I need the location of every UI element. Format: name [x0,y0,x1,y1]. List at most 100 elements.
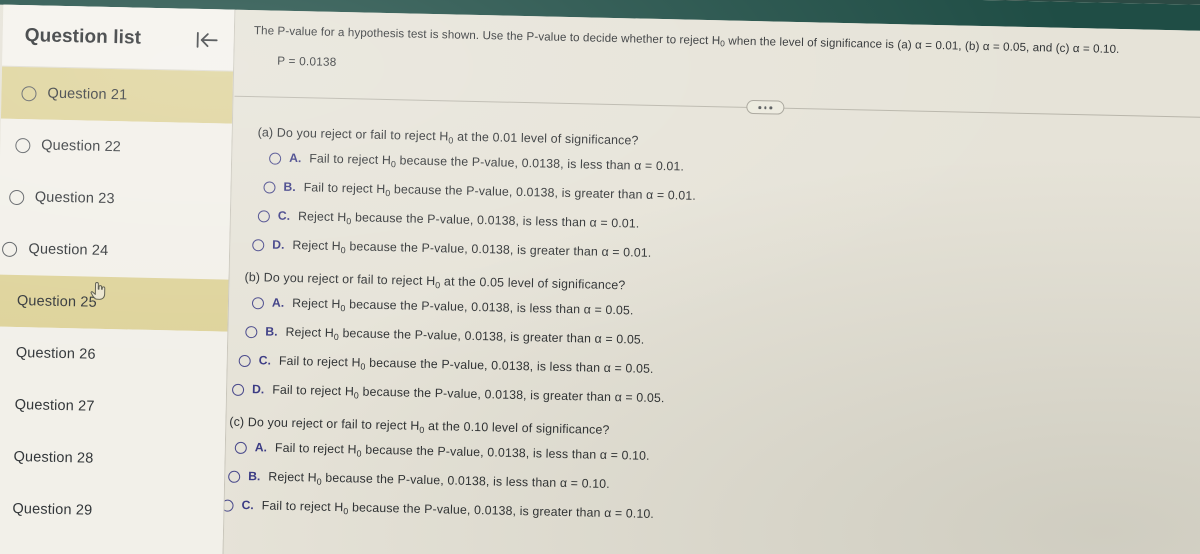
question-radio-icon[interactable] [2,241,18,257]
answer-options: A. Reject H0 because the P-value, 0.0138,… [231,295,1200,418]
answer-option-text: Fail to reject H0 because the P-value, 0… [279,354,654,376]
answer-option-letter: D. [272,237,285,253]
answer-option-text-1: Reject H [285,325,335,341]
answer-option-text-1: Reject H [268,469,317,485]
answer-radio-icon[interactable] [234,442,247,455]
expand-ellipsis-button[interactable] [746,100,785,116]
answer-option-letter: A. [254,440,268,455]
sidebar-item-label: Question 29 [12,500,93,519]
answer-radio-icon[interactable] [245,326,258,339]
null-hypothesis-subscript: 0 [360,361,366,372]
null-hypothesis-subscript: 0 [340,302,346,314]
answer-option-text: Fail to reject H0 because the P-value, 0… [275,441,650,463]
question-parts: (a) Do you reject or fail to reject H0 a… [221,125,1200,533]
answer-option-text-1: Fail to reject H [272,382,355,399]
sidebar-item-question-22[interactable]: Question 22 [0,118,232,176]
answer-option-B[interactable]: B. Reject H0 because the P-value, 0.0138,… [245,324,1200,359]
answer-option-C[interactable]: C. Fail to reject H0 because the P-value,… [221,498,1200,533]
answer-option-text-1: Reject H [292,296,341,312]
null-hypothesis-subscript: 0 [340,244,346,256]
null-hypothesis-subscript: 0 [343,506,349,517]
question-list-header: Question list [2,4,235,72]
part-prompt-text-2: at the 0.10 level of significance? [424,419,610,438]
question-list-panel: Question list Question 21 Question 22 Ques… [0,4,236,554]
null-hypothesis-subscript: 0 [390,158,397,170]
answer-radio-icon[interactable] [263,181,276,195]
answer-option-text: Fail to reject H0 because the P-value, 0… [272,383,665,406]
question-radio-icon[interactable] [21,85,37,101]
sidebar-item-question-27[interactable]: Question 27 [0,378,227,436]
answer-option-letter: C. [241,498,254,513]
sidebar-item-label: Question 24 [28,241,109,259]
divider-line [234,96,1200,119]
answer-option-B[interactable]: B. Reject H0 because the P-value, 0.0138,… [228,469,1200,504]
answer-option-C[interactable]: C. Reject H0 because the P-value, 0.0138,… [257,209,1200,244]
sidebar-item-question-21[interactable]: Question 21 [0,66,234,124]
answer-option-text: Fail to reject H0 because the P-value, 0… [309,152,684,174]
answer-option-letter: D. [251,382,265,397]
sidebar-item-question-24[interactable]: Question 24 [0,222,230,280]
part-prompt-text-2: at the 0.05 level of significance? [440,274,626,293]
answer-option-text-2: because the P-value, 0.0138, is less tha… [351,210,640,231]
answer-option-text-2: because the P-value, 0.0138, is greater … [345,239,652,261]
answer-radio-icon[interactable] [251,297,265,310]
answer-radio-icon[interactable] [238,355,251,368]
answer-radio-icon[interactable] [228,471,241,484]
answer-option-D[interactable]: D. Reject H0 because the P-value, 0.0138,… [252,238,1200,273]
screen-photograph: Question list Question 21 Question 22 Ques… [0,0,1200,554]
answer-option-letter: A. [271,295,285,311]
question-radio-icon[interactable] [15,137,31,153]
part-prompt-text-1: (a) Do you reject or fail to reject H [257,125,449,144]
answer-option-text-1: Fail to reject H [278,354,361,370]
null-hypothesis-subscript: 0 [419,424,425,435]
answer-option-text: Reject H0 because the P-value, 0.0138, i… [268,470,610,491]
answer-option-B[interactable]: B. Fail to reject H0 because the P-value,… [263,180,1200,215]
question-content-panel: The P-value for a hypothesis test is sho… [221,9,1200,554]
answer-option-text-2: because the P-value, 0.0138, is less tha… [345,297,634,318]
answer-options: A. Fail to reject H0 because the P-value,… [221,440,1200,533]
sidebar-item-question-23[interactable]: Question 23 [0,170,231,228]
sidebar-item-question-28[interactable]: Question 28 [0,430,226,488]
answer-option-text-2: because the P-value, 0.0138, is greater … [390,182,697,204]
answer-option-letter: B. [248,469,261,484]
question-list-items: Question 21 Question 22 Question 23 Questio… [0,66,234,540]
part-prompt-text-1: (c) Do you reject or fail to reject H [229,415,420,434]
sidebar-item-question-29[interactable]: Question 29 [0,482,224,540]
answer-radio-icon[interactable] [268,152,282,166]
null-hypothesis-subscript: 0 [448,135,454,146]
null-hypothesis-subscript: 0 [353,390,360,401]
null-hypothesis-subscript: 0 [346,216,352,227]
answer-option-D[interactable]: D. Fail to reject H0 because the P-value,… [231,382,1200,417]
answer-option-letter: B. [283,180,296,195]
answer-option-text-2: because the P-value, 0.0138, is less tha… [395,153,685,174]
answer-option-letter: C. [277,209,291,224]
answer-option-text-1: Fail to reject H [274,441,357,457]
answer-option-text: Reject H0 because the P-value, 0.0138, i… [292,238,651,260]
sidebar-item-question-25[interactable]: Question 25 [0,274,229,332]
answer-radio-icon[interactable] [257,210,270,223]
question-part-a: (a) Do you reject or fail to reject H0 a… [249,125,1200,272]
answer-option-text-1: Reject H [297,209,347,225]
application-screen: Question list Question 21 Question 22 Ques… [0,0,1200,554]
collapse-left-icon[interactable] [193,28,219,51]
question-radio-icon[interactable] [8,189,24,205]
ellipsis-dot [758,106,762,109]
ellipsis-dot [769,106,773,110]
sidebar-item-label: Question 23 [34,189,115,208]
content-divider [234,89,1200,124]
part-prompt-text-2: at the 0.01 level of significance? [453,129,639,148]
sidebar-item-label: Question 22 [40,137,122,156]
null-hypothesis-subscript: 0 [720,38,726,49]
answer-radio-icon[interactable] [252,239,265,252]
sidebar-item-label: Question 28 [13,448,94,467]
answer-option-text: Reject H0 because the P-value, 0.0138, i… [285,325,644,347]
null-hypothesis-subscript: 0 [356,448,362,459]
sidebar-item-label: Question 26 [15,345,96,363]
answer-option-C[interactable]: C. Fail to reject H0 because the P-value,… [238,353,1200,388]
null-hypothesis-subscript: 0 [316,476,322,487]
answer-radio-icon[interactable] [231,384,245,397]
sidebar-item-question-26[interactable]: Question 26 [0,326,228,384]
ellipsis-dot [764,106,767,109]
answer-option-text-1: Fail to reject H [261,498,344,515]
question-part-c: (c) Do you reject or fail to reject H0 a… [221,415,1200,533]
